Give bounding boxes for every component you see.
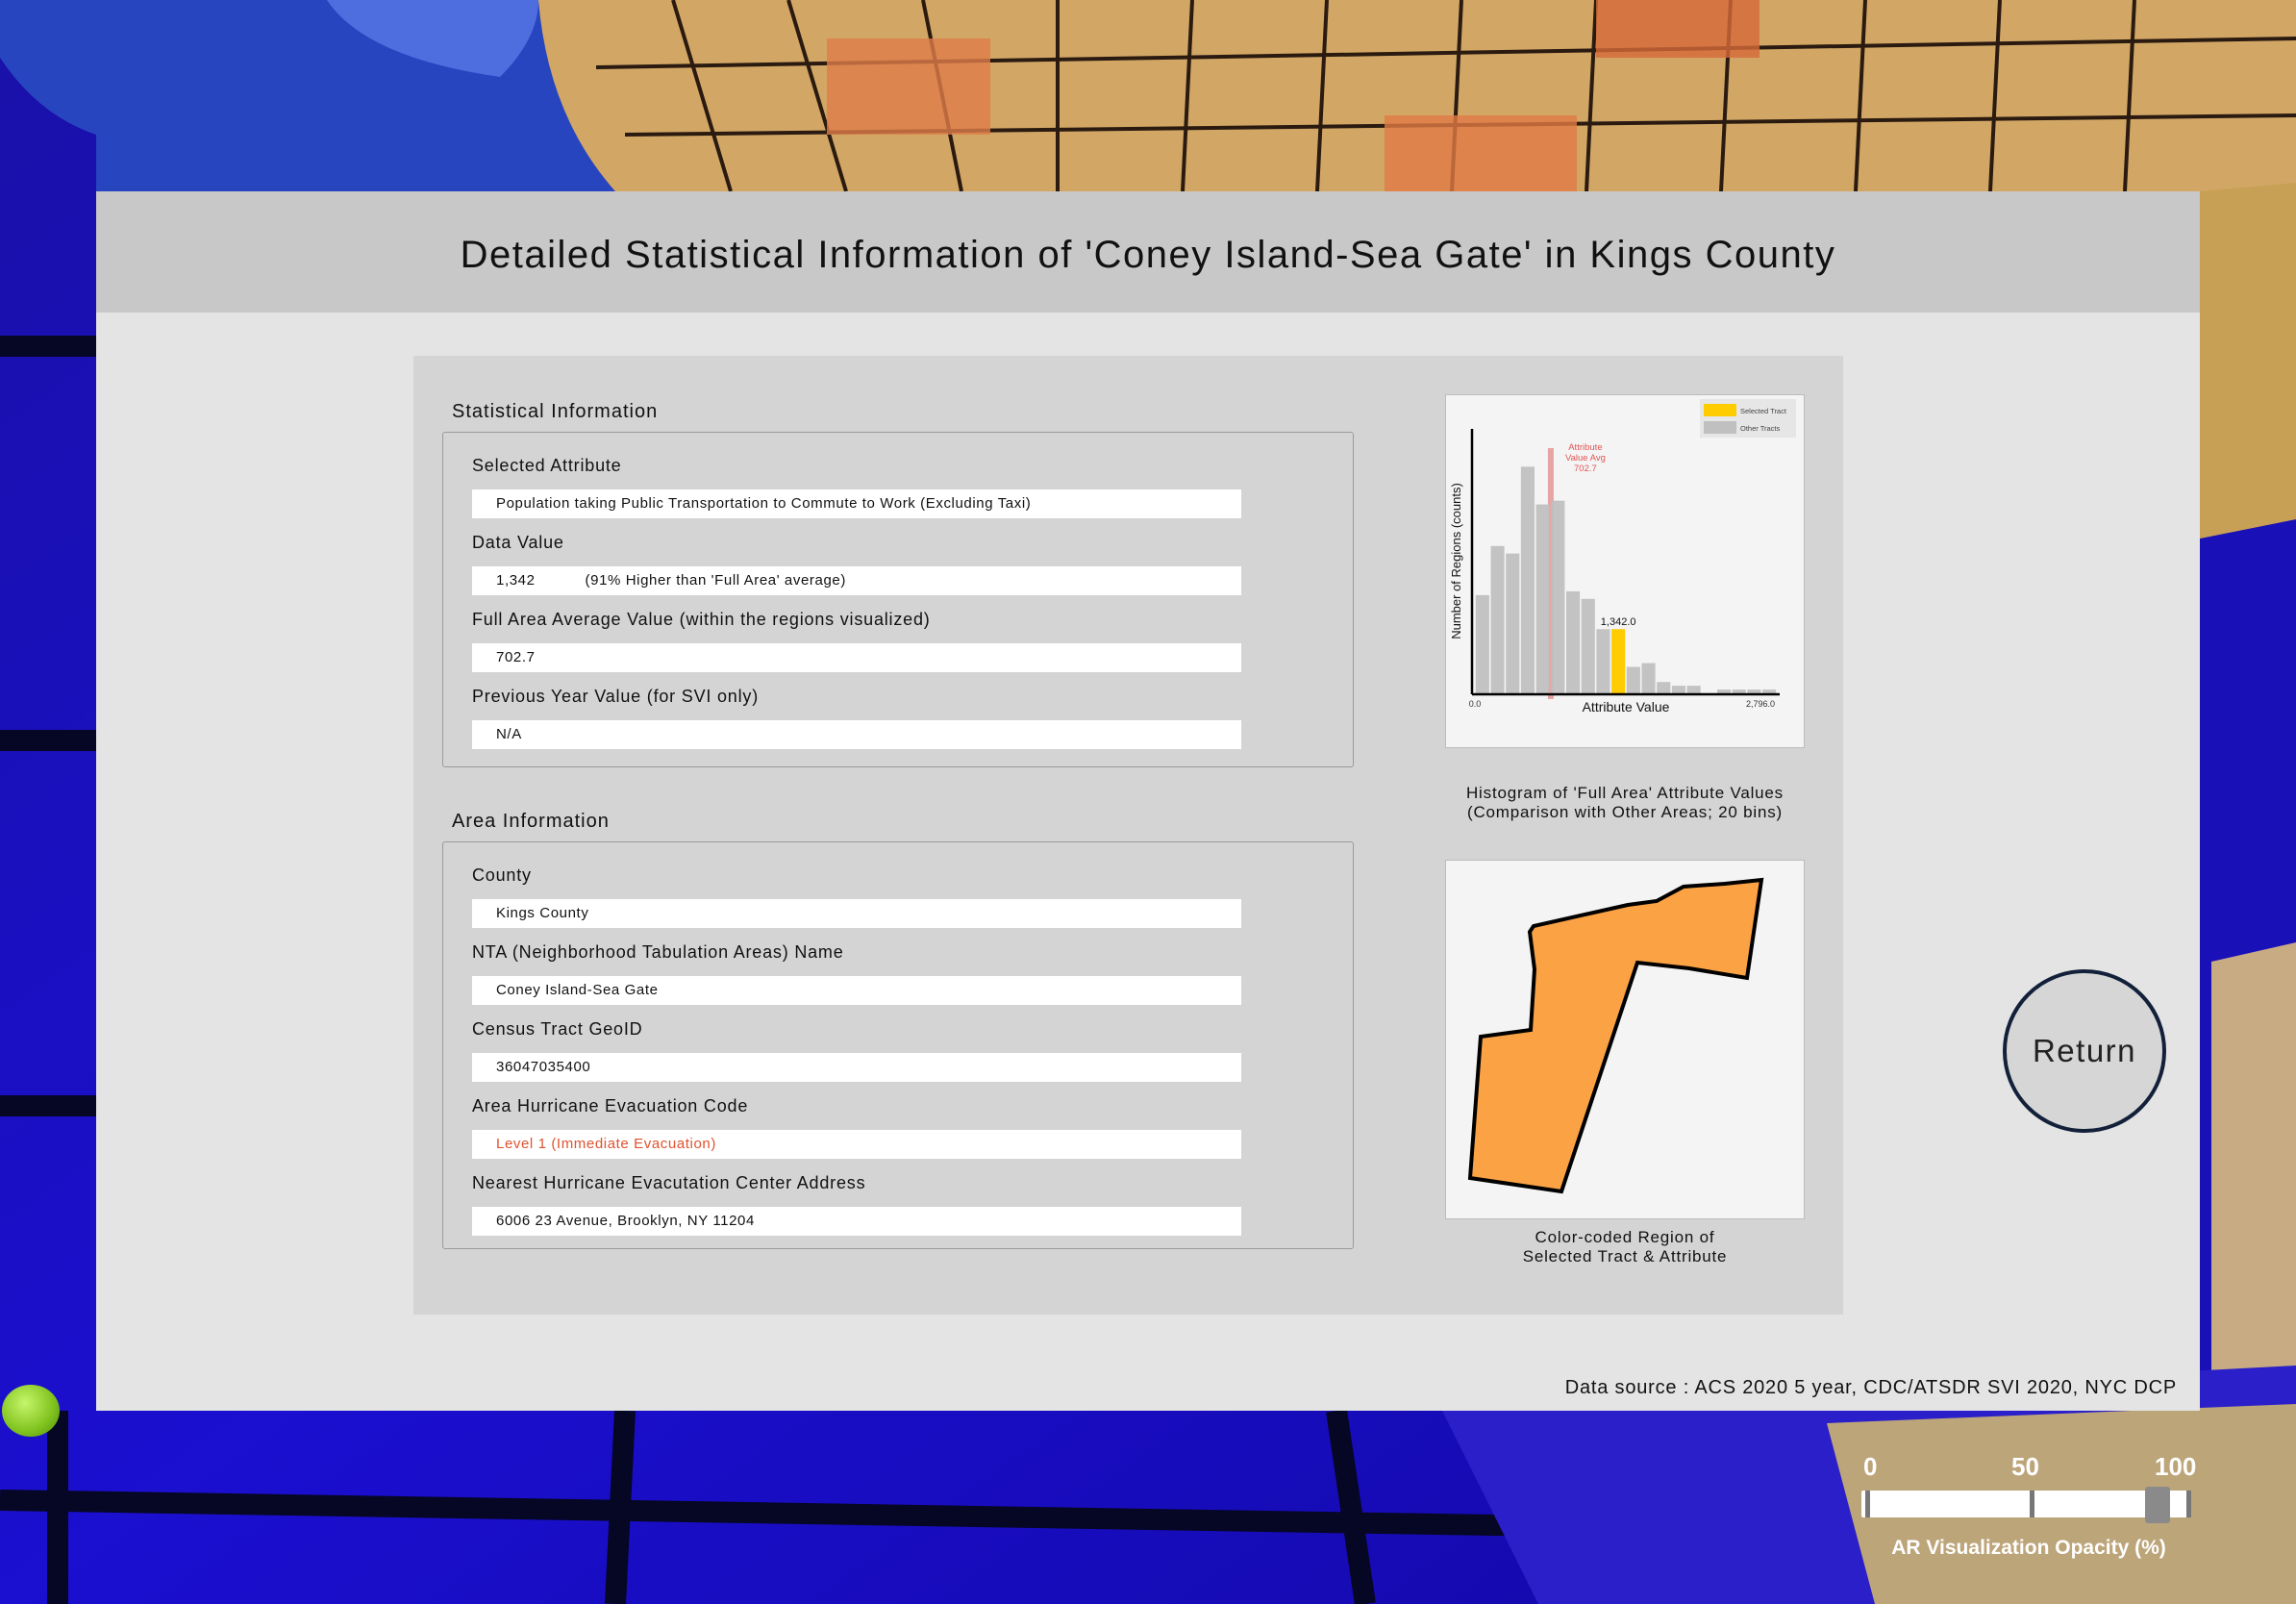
data-value-label: Data Value bbox=[472, 533, 564, 552]
area-info-group: County Kings County NTA (Neighborhood Ta… bbox=[442, 841, 1354, 1249]
prev-year-label: Previous Year Value (for SVI only) bbox=[472, 687, 760, 706]
slider-thumb[interactable] bbox=[2144, 1487, 2170, 1523]
opacity-slider[interactable]: 0 50 100 AR Visualization Opacity (%) bbox=[1856, 1452, 2202, 1567]
selected-tract-polygon bbox=[1467, 877, 1764, 1194]
legend-swatch bbox=[1704, 404, 1736, 416]
data-value-field: 1,342 (91% Higher than 'Full Area' averag… bbox=[472, 566, 1241, 595]
bar bbox=[1520, 466, 1535, 693]
slider-tick-100: 100 bbox=[2155, 1452, 2197, 1481]
region-shape bbox=[1467, 877, 1764, 1194]
content-area: Statistical Information Selected Attribu… bbox=[413, 356, 1843, 1315]
slider-tick-50: 50 bbox=[2011, 1452, 2039, 1481]
county-label: County bbox=[472, 865, 532, 885]
data-value: 1,342 bbox=[496, 572, 536, 589]
data-source-note: Data source : ACS 2020 5 year, CDC/ATSDR… bbox=[1564, 1377, 2177, 1398]
y-axis-label: Number of Regions (counts) bbox=[1449, 483, 1463, 639]
histogram-caption-line1: Histogram of 'Full Area' Attribute Value… bbox=[1465, 784, 1784, 802]
ar-pointer-ball bbox=[2, 1385, 60, 1437]
legend-label: Other Tracts bbox=[1740, 424, 1781, 433]
selected-attribute-field: Population taking Public Transportation … bbox=[472, 489, 1241, 518]
evac-center-label: Nearest Hurricane Evacutation Center Add… bbox=[472, 1173, 866, 1192]
bar bbox=[1641, 663, 1656, 693]
data-value-comparison: (91% Higher than 'Full Area' average) bbox=[585, 572, 846, 589]
bar bbox=[1566, 590, 1581, 693]
statistics-panel: Detailed Statistical Information of 'Con… bbox=[96, 191, 2200, 1411]
slider-caption: AR Visualization Opacity (%) bbox=[1891, 1537, 2166, 1559]
full-area-avg-label: Full Area Average Value (within the regi… bbox=[472, 610, 931, 629]
nta-label: NTA (Neighborhood Tabulation Areas) Name bbox=[472, 942, 844, 962]
bar bbox=[1490, 545, 1505, 693]
bar bbox=[1551, 500, 1565, 693]
nta-field: Coney Island-Sea Gate bbox=[472, 976, 1241, 1005]
average-label: Attribute bbox=[1568, 442, 1602, 453]
evac-code-field: Level 1 (Immediate Evacuation) bbox=[472, 1130, 1241, 1159]
full-area-avg-field: 702.7 bbox=[472, 643, 1241, 672]
x-axis-label: Attribute Value bbox=[1583, 699, 1670, 714]
prev-year-field: N/A bbox=[472, 720, 1241, 749]
page-title: Detailed Statistical Information of 'Con… bbox=[460, 233, 1836, 276]
histogram-card: 1,342.0 Attribute Value Avg 702.7 0.0 2,796.0… bbox=[1445, 394, 1805, 748]
average-label: Value Avg bbox=[1565, 453, 1606, 464]
evac-code-label: Area Hurricane Evacuation Code bbox=[472, 1096, 749, 1115]
statistical-info-title: Statistical Information bbox=[452, 401, 659, 422]
bar bbox=[1671, 686, 1685, 693]
panel-header: Detailed Statistical Information of 'Con… bbox=[96, 191, 2200, 313]
geoid-field: 36047035400 bbox=[472, 1053, 1241, 1082]
slider-mark-50 bbox=[2030, 1491, 2034, 1517]
slider-track[interactable] bbox=[1861, 1491, 2188, 1517]
selected-bar bbox=[1611, 629, 1626, 693]
bar bbox=[1626, 666, 1640, 693]
bar bbox=[1475, 594, 1489, 693]
statistical-info-group: Selected Attribute Population taking Pub… bbox=[442, 432, 1354, 767]
evac-center-field: 6006 23 Avenue, Brooklyn, NY 11204 bbox=[472, 1207, 1241, 1236]
x-tick-label: 2,796.0 bbox=[1746, 699, 1775, 709]
return-button[interactable]: Return bbox=[2003, 969, 2166, 1133]
region-map-caption-line1: Color-coded Region of bbox=[1535, 1228, 1715, 1246]
histogram-caption: Histogram of 'Full Area' Attribute Value… bbox=[1433, 784, 1817, 822]
bar bbox=[1762, 689, 1777, 693]
county-field: Kings County bbox=[472, 899, 1241, 928]
bar bbox=[1506, 553, 1520, 693]
legend-label: Selected Tract bbox=[1740, 407, 1787, 415]
geoid-label: Census Tract GeoID bbox=[472, 1019, 643, 1039]
bar bbox=[1581, 598, 1595, 693]
region-map-caption: Color-coded Region of Selected Tract & A… bbox=[1433, 1228, 1817, 1266]
bar bbox=[1657, 682, 1671, 693]
bar bbox=[1717, 689, 1732, 693]
selected-value-label: 1,342.0 bbox=[1601, 616, 1636, 628]
bar bbox=[1747, 689, 1761, 693]
average-label: 702.7 bbox=[1574, 464, 1597, 474]
histogram-caption-line2: (Comparison with Other Areas; 20 bins) bbox=[1466, 803, 1784, 821]
x-tick-label: 0.0 bbox=[1469, 699, 1482, 709]
bar bbox=[1535, 504, 1550, 693]
region-map-caption-line2: Selected Tract & Attribute bbox=[1522, 1247, 1728, 1266]
bar bbox=[1596, 629, 1610, 693]
area-info-title: Area Information bbox=[452, 811, 610, 832]
histogram-chart: 1,342.0 AttributeValue Avg702.7 0.0 2,796.0… bbox=[1449, 399, 1796, 714]
slider-mark-100 bbox=[2186, 1491, 2191, 1517]
bar bbox=[1686, 686, 1701, 693]
slider-tick-0: 0 bbox=[1863, 1452, 1878, 1481]
bar bbox=[1732, 689, 1746, 693]
slider-mark-0 bbox=[1865, 1491, 1870, 1517]
selected-attribute-label: Selected Attribute bbox=[472, 456, 622, 475]
region-map-card bbox=[1445, 860, 1805, 1219]
legend-swatch bbox=[1704, 421, 1736, 434]
